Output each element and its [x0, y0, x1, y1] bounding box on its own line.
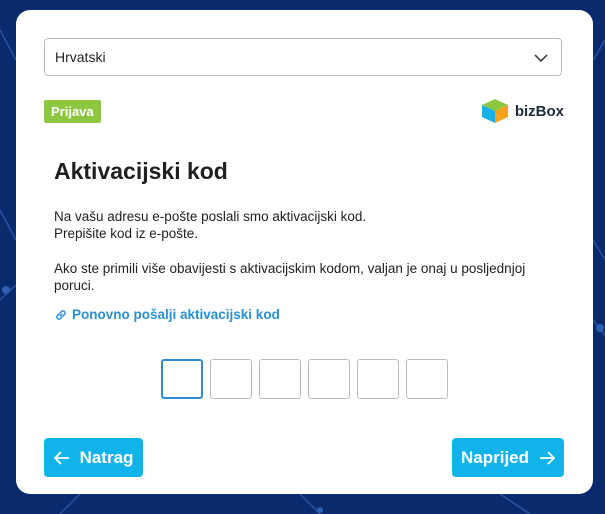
- back-button[interactable]: Natrag: [44, 438, 143, 477]
- instruction-line-1: Na vašu adresu e-pošte poslali smo aktiv…: [54, 209, 367, 224]
- code-digit-6[interactable]: [406, 359, 448, 399]
- language-select-value: Hrvatski: [55, 49, 106, 65]
- chevron-down-icon: [534, 54, 548, 63]
- code-digit-1[interactable]: [161, 359, 203, 399]
- resend-code-link[interactable]: Ponovno pošalji aktivacijski kod: [54, 307, 280, 322]
- next-button[interactable]: Naprijed: [452, 438, 564, 477]
- back-button-label: Natrag: [79, 447, 134, 467]
- info-text: Ako ste primili više obavijesti s aktiva…: [54, 261, 526, 293]
- instruction-line-2: Prepišite kod iz e-pošte.: [54, 226, 199, 241]
- login-badge: Prijava: [44, 100, 101, 123]
- language-select[interactable]: Hrvatski: [44, 38, 562, 76]
- code-digit-2[interactable]: [210, 359, 252, 399]
- activation-card: Hrvatski Prijava bizBox Aktivacijski kod…: [16, 10, 593, 494]
- page-title: Aktivacijski kod: [54, 158, 228, 184]
- activation-code-inputs: [161, 359, 448, 399]
- resend-code-label: Ponovno pošalji aktivacijski kod: [72, 307, 280, 322]
- arrow-right-icon: [540, 450, 556, 465]
- cube-logo-icon: [481, 99, 508, 123]
- bizbox-logo: bizBox: [481, 98, 564, 124]
- link-icon: [56, 309, 66, 320]
- code-digit-5[interactable]: [357, 359, 399, 399]
- arrow-left-icon: [53, 450, 69, 465]
- instruction-text: Na vašu adresu e-pošte poslali smo aktiv…: [54, 208, 366, 242]
- next-button-label: Naprijed: [460, 447, 530, 467]
- code-digit-4[interactable]: [308, 359, 350, 399]
- code-digit-3[interactable]: [259, 359, 301, 399]
- logo-text: bizBox: [514, 102, 564, 120]
